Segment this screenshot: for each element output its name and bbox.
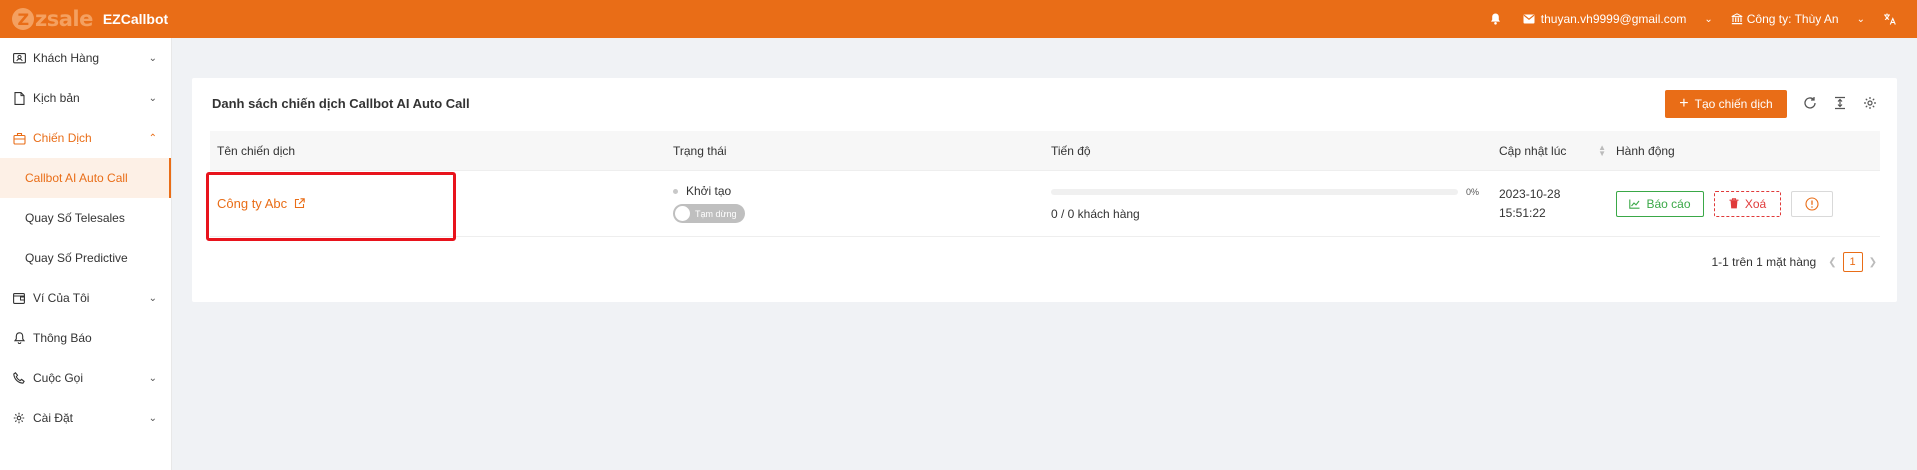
updated-time: 15:51:22	[1499, 205, 1546, 220]
sidebar-item-label: Kịch bản	[33, 91, 80, 105]
sidebar-item-campaigns[interactable]: Chiến Dịch ⌃	[0, 118, 171, 158]
progress-track	[1051, 188, 1458, 195]
sort-icon[interactable]: ▲ ▼	[1598, 143, 1606, 157]
column-header-status: Trạng thái	[673, 143, 727, 158]
column-header-updated[interactable]: Cập nhật lúc ▲ ▼	[1494, 143, 1611, 158]
plus-icon: +	[1679, 95, 1689, 112]
cell-actions: Báo cáo Xoá	[1611, 190, 1880, 217]
table-header: Tên chiến dịch Trạng thái Tiến độ Cập nh…	[210, 131, 1880, 171]
info-icon	[1805, 196, 1819, 211]
toggle-knob	[675, 206, 690, 221]
trash-icon	[1729, 198, 1739, 209]
delete-label: Xoá	[1744, 196, 1767, 211]
cell-updated: 2023-10-28 15:51:22	[1494, 185, 1611, 223]
bell-icon[interactable]	[1490, 13, 1501, 25]
app-name: EZCallbot	[102, 11, 169, 27]
create-campaign-label: Tạo chiến dịch	[1694, 97, 1773, 111]
logo-text: zsale	[35, 7, 93, 31]
sidebar-subitem-callbot-ai-auto-call[interactable]: Callbot AI Auto Call	[0, 158, 171, 198]
company-menu[interactable]: Công ty: Thùy An ⌄	[1731, 12, 1865, 26]
sidebar-item-scripts[interactable]: Kịch bản ⌄	[0, 78, 171, 118]
sidebar-item-label: Cài Đặt	[33, 411, 74, 425]
report-button[interactable]: Báo cáo	[1616, 190, 1704, 217]
sidebar-item-label: Chiến Dịch	[33, 131, 92, 145]
campaign-icon	[12, 131, 26, 145]
highlight-box	[206, 171, 456, 241]
status-dot	[673, 188, 678, 194]
company-name: Công ty: Thùy An	[1746, 12, 1839, 26]
sidebar-subitem-label: Quay Số Telesales	[25, 211, 125, 225]
chevron-down-icon: ⌄	[148, 52, 157, 64]
pagination-summary: 1-1 trên 1 mặt hàng	[1711, 255, 1817, 269]
wallet-icon	[12, 291, 26, 305]
status-line: Khởi tạo	[673, 184, 1046, 198]
pagination: 1-1 trên 1 mặt hàng ❮ 1 ❯	[1711, 252, 1877, 272]
sidebar-subitem-label: Quay Số Predictive	[25, 251, 128, 265]
sidebar-item-label: Thông Báo	[33, 331, 92, 345]
page-title: Danh sách chiến dịch Callbot AI Auto Cal…	[212, 96, 470, 111]
report-label: Báo cáo	[1646, 196, 1691, 211]
pause-toggle[interactable]: Tạm dừng	[673, 204, 745, 223]
document-icon	[12, 91, 26, 105]
cell-status: Khởi tạo Tạm dừng	[668, 184, 1046, 223]
column-header-name: Tên chiến dịch	[217, 143, 296, 158]
next-page-icon[interactable]: ❯	[1869, 257, 1877, 268]
sidebar-item-customers[interactable]: Khách Hàng ⌄	[0, 38, 171, 78]
progress-count: 0 / 0 khách hàng	[1051, 206, 1140, 221]
chevron-down-icon: ⌄	[1856, 13, 1865, 25]
chevron-down-icon: ⌄	[148, 292, 157, 304]
logo: Zzsale	[12, 7, 93, 31]
chevron-down-icon: ⌄	[148, 412, 157, 424]
column-header-progress: Tiến độ	[1051, 143, 1091, 158]
info-button[interactable]	[1791, 190, 1833, 217]
sidebar-subitem-predictive-dialer[interactable]: Quay Số Predictive	[0, 238, 171, 278]
chevron-down-icon: ⌄	[1704, 13, 1713, 25]
sidebar-item-label: Ví Của Tôi	[33, 291, 90, 305]
sidebar-item-notifications[interactable]: Thông Báo	[0, 318, 171, 358]
sidebar-item-calls[interactable]: Cuộc Gọi ⌄	[0, 358, 171, 398]
column-header-updated-label: Cập nhật lúc	[1499, 143, 1567, 158]
translate-icon[interactable]	[1883, 12, 1897, 26]
gear-icon	[12, 411, 26, 425]
cell-progress: 0% 0 / 0 khách hàng	[1046, 187, 1494, 221]
chevron-up-icon: ⌃	[148, 132, 157, 144]
sidebar-subitem-label: Callbot AI Auto Call	[25, 171, 128, 185]
column-header-actions: Hành động	[1616, 143, 1675, 158]
sidebar-item-wallet[interactable]: Ví Của Tôi ⌄	[0, 278, 171, 318]
user-email-menu[interactable]: thuyan.vh9999@gmail.com ⌄	[1523, 12, 1713, 26]
create-campaign-button[interactable]: + Tạo chiến dịch	[1665, 90, 1787, 118]
bell-icon	[12, 331, 26, 345]
sidebar-item-label: Cuộc Gọi	[33, 371, 84, 385]
brand[interactable]: Zzsale EZCallbot	[0, 7, 168, 31]
top-bar: Zzsale EZCallbot thuyan.vh9999@gmail.com…	[0, 0, 1917, 38]
mail-icon	[1523, 14, 1535, 24]
settings-icon[interactable]	[1862, 95, 1878, 111]
header-actions: thuyan.vh9999@gmail.com ⌄ Công ty: Thùy …	[1476, 12, 1917, 26]
chevron-down-icon: ⌄	[148, 372, 157, 384]
phone-icon	[12, 371, 26, 385]
campaign-table: Tên chiến dịch Trạng thái Tiến độ Cập nh…	[206, 131, 1880, 241]
page-number-current[interactable]: 1	[1842, 252, 1863, 272]
bank-icon	[1731, 13, 1743, 25]
column-height-icon[interactable]	[1832, 95, 1848, 111]
delete-button[interactable]: Xoá	[1714, 190, 1781, 217]
toggle-label: Tạm dừng	[695, 208, 737, 219]
chevron-down-icon: ⌄	[148, 92, 157, 104]
sidebar-subitem-telesales-dialer[interactable]: Quay Số Telesales	[0, 198, 171, 238]
prev-page-icon[interactable]: ❮	[1828, 257, 1836, 268]
cell-campaign-name: Công ty Abc	[206, 171, 668, 241]
progress-bar-wrap: 0%	[1051, 187, 1494, 197]
sidebar-item-settings[interactable]: Cài Đặt ⌄	[0, 398, 171, 438]
sidebar-item-label: Khách Hàng	[33, 51, 100, 65]
line-chart-icon	[1629, 199, 1640, 209]
campaign-list-card: Danh sách chiến dịch Callbot AI Auto Cal…	[192, 78, 1897, 302]
updated-date: 2023-10-28	[1499, 186, 1561, 201]
table-row: Công ty Abc Khởi tạo Tạm dừng 0% 0 / 0 k…	[206, 171, 1880, 241]
status-text: Khởi tạo	[686, 184, 732, 198]
contact-card-icon	[12, 51, 26, 65]
progress-percent: 0%	[1466, 186, 1480, 197]
user-email: thuyan.vh9999@gmail.com	[1540, 12, 1687, 26]
refresh-icon[interactable]	[1802, 95, 1818, 111]
sidebar: Khách Hàng ⌄ Kịch bản ⌄ Chiến Dịch ⌃ Cal…	[0, 38, 172, 470]
